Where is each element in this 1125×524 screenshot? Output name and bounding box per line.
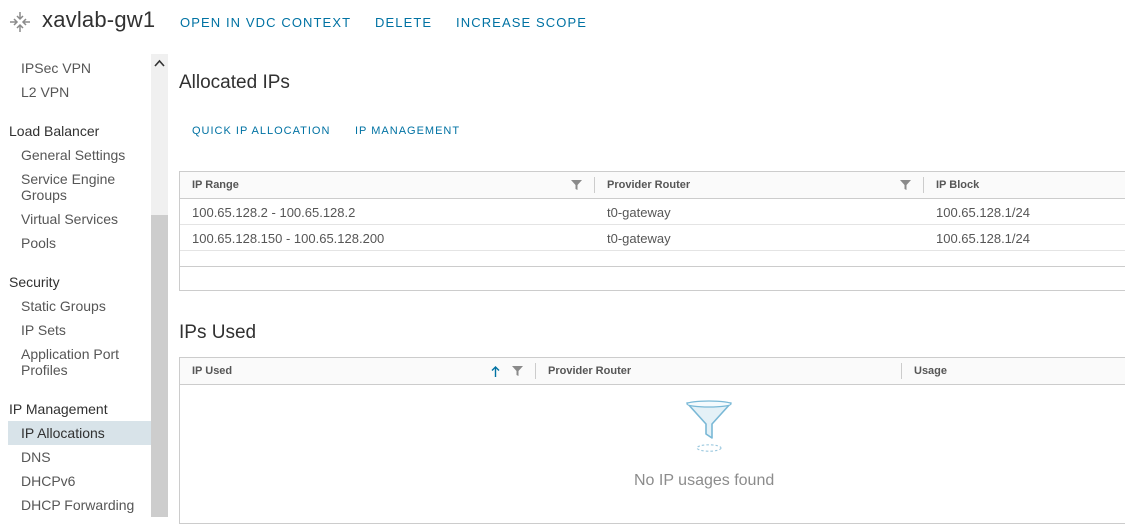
cell-ip-range: 100.65.128.2 - 100.65.128.2	[192, 205, 356, 220]
filter-icon[interactable]	[571, 180, 582, 190]
sidebar-item-pools[interactable]: Pools	[21, 235, 146, 251]
sidebar-item-service-engine-groups[interactable]: Service Engine Groups	[21, 171, 146, 203]
page-header: xavlab-gw1 OPEN IN VDC CONTEXT DELETE IN…	[0, 0, 1125, 46]
ips-used-heading: IPs Used	[179, 322, 257, 343]
cell-ip-range: 100.65.128.150 - 100.65.128.200	[192, 231, 385, 246]
table-row[interactable]: 100.65.128.2 - 100.65.128.2 t0-gateway 1…	[180, 199, 1125, 225]
allocated-ips-grid: IP Range Provider Router IP Block 100.65…	[179, 171, 1125, 291]
chevron-up-icon[interactable]	[151, 56, 168, 70]
cell-provider-router: t0-gateway	[607, 205, 671, 220]
sidebar-item-application-port-profiles[interactable]: Application Port Profiles	[21, 346, 146, 378]
column-separator[interactable]	[901, 363, 902, 379]
allocated-ips-heading: Allocated IPs	[179, 72, 290, 93]
open-in-vdc-context-button[interactable]: OPEN IN VDC CONTEXT	[180, 15, 351, 30]
column-header-provider-router[interactable]: Provider Router	[607, 179, 690, 191]
cell-ip-block: 100.65.128.1/24	[936, 205, 1030, 220]
column-separator[interactable]	[923, 177, 924, 193]
sidebar-item-ip-allocations[interactable]: IP Allocations	[21, 425, 146, 441]
gateway-arrows-icon	[10, 12, 30, 32]
sidebar-group-security: Security	[9, 274, 60, 290]
sidebar-item-dhcpv6[interactable]: DHCPv6	[21, 473, 146, 489]
delete-button[interactable]: DELETE	[375, 15, 432, 30]
increase-scope-button[interactable]: INCREASE SCOPE	[456, 15, 587, 30]
sidebar-nav: IPSec VPN L2 VPN Load Balancer General S…	[0, 54, 151, 517]
column-separator[interactable]	[535, 363, 536, 379]
grid-header: IP Used Provider Router Usage	[180, 358, 1125, 385]
cell-provider-router: t0-gateway	[607, 231, 671, 246]
sort-ascending-icon[interactable]	[491, 366, 500, 377]
column-header-usage[interactable]: Usage	[914, 365, 947, 377]
sidebar-item-l2-vpn[interactable]: L2 VPN	[21, 84, 146, 100]
filter-icon[interactable]	[512, 366, 523, 376]
sidebar-group-ip-management: IP Management	[9, 401, 108, 417]
column-header-ip-used[interactable]: IP Used	[192, 365, 232, 377]
grid-footer	[180, 266, 1125, 291]
column-header-ip-block[interactable]: IP Block	[936, 179, 979, 191]
quick-ip-allocation-button[interactable]: QUICK IP ALLOCATION	[192, 125, 330, 137]
ip-management-button[interactable]: IP MANAGEMENT	[355, 125, 460, 137]
page-title: xavlab-gw1	[42, 7, 156, 32]
ips-used-grid: IP Used Provider Router Usage	[179, 357, 1125, 524]
table-row[interactable]: 100.65.128.150 - 100.65.128.200 t0-gatew…	[180, 225, 1125, 251]
column-header-provider-router[interactable]: Provider Router	[548, 365, 631, 377]
column-separator[interactable]	[594, 177, 595, 193]
column-header-ip-range[interactable]: IP Range	[192, 179, 239, 191]
empty-funnel-icon	[686, 400, 732, 452]
sidebar-item-general-settings[interactable]: General Settings	[21, 147, 146, 163]
grid-header: IP Range Provider Router IP Block	[180, 172, 1125, 199]
sidebar-scrollbar-thumb[interactable]	[151, 215, 168, 517]
sidebar-item-ipsec-vpn[interactable]: IPSec VPN	[21, 60, 146, 76]
sidebar-item-static-groups[interactable]: Static Groups	[21, 298, 146, 314]
cell-ip-block: 100.65.128.1/24	[936, 231, 1030, 246]
sidebar-item-virtual-services[interactable]: Virtual Services	[21, 211, 146, 227]
filter-icon[interactable]	[900, 180, 911, 190]
sidebar-item-dns[interactable]: DNS	[21, 449, 146, 465]
sidebar-item-ip-sets[interactable]: IP Sets	[21, 322, 146, 338]
sidebar-item-dhcp-forwarding[interactable]: DHCP Forwarding	[21, 497, 146, 513]
empty-state-message: No IP usages found	[634, 472, 775, 489]
sidebar-group-load-balancer: Load Balancer	[9, 123, 100, 139]
